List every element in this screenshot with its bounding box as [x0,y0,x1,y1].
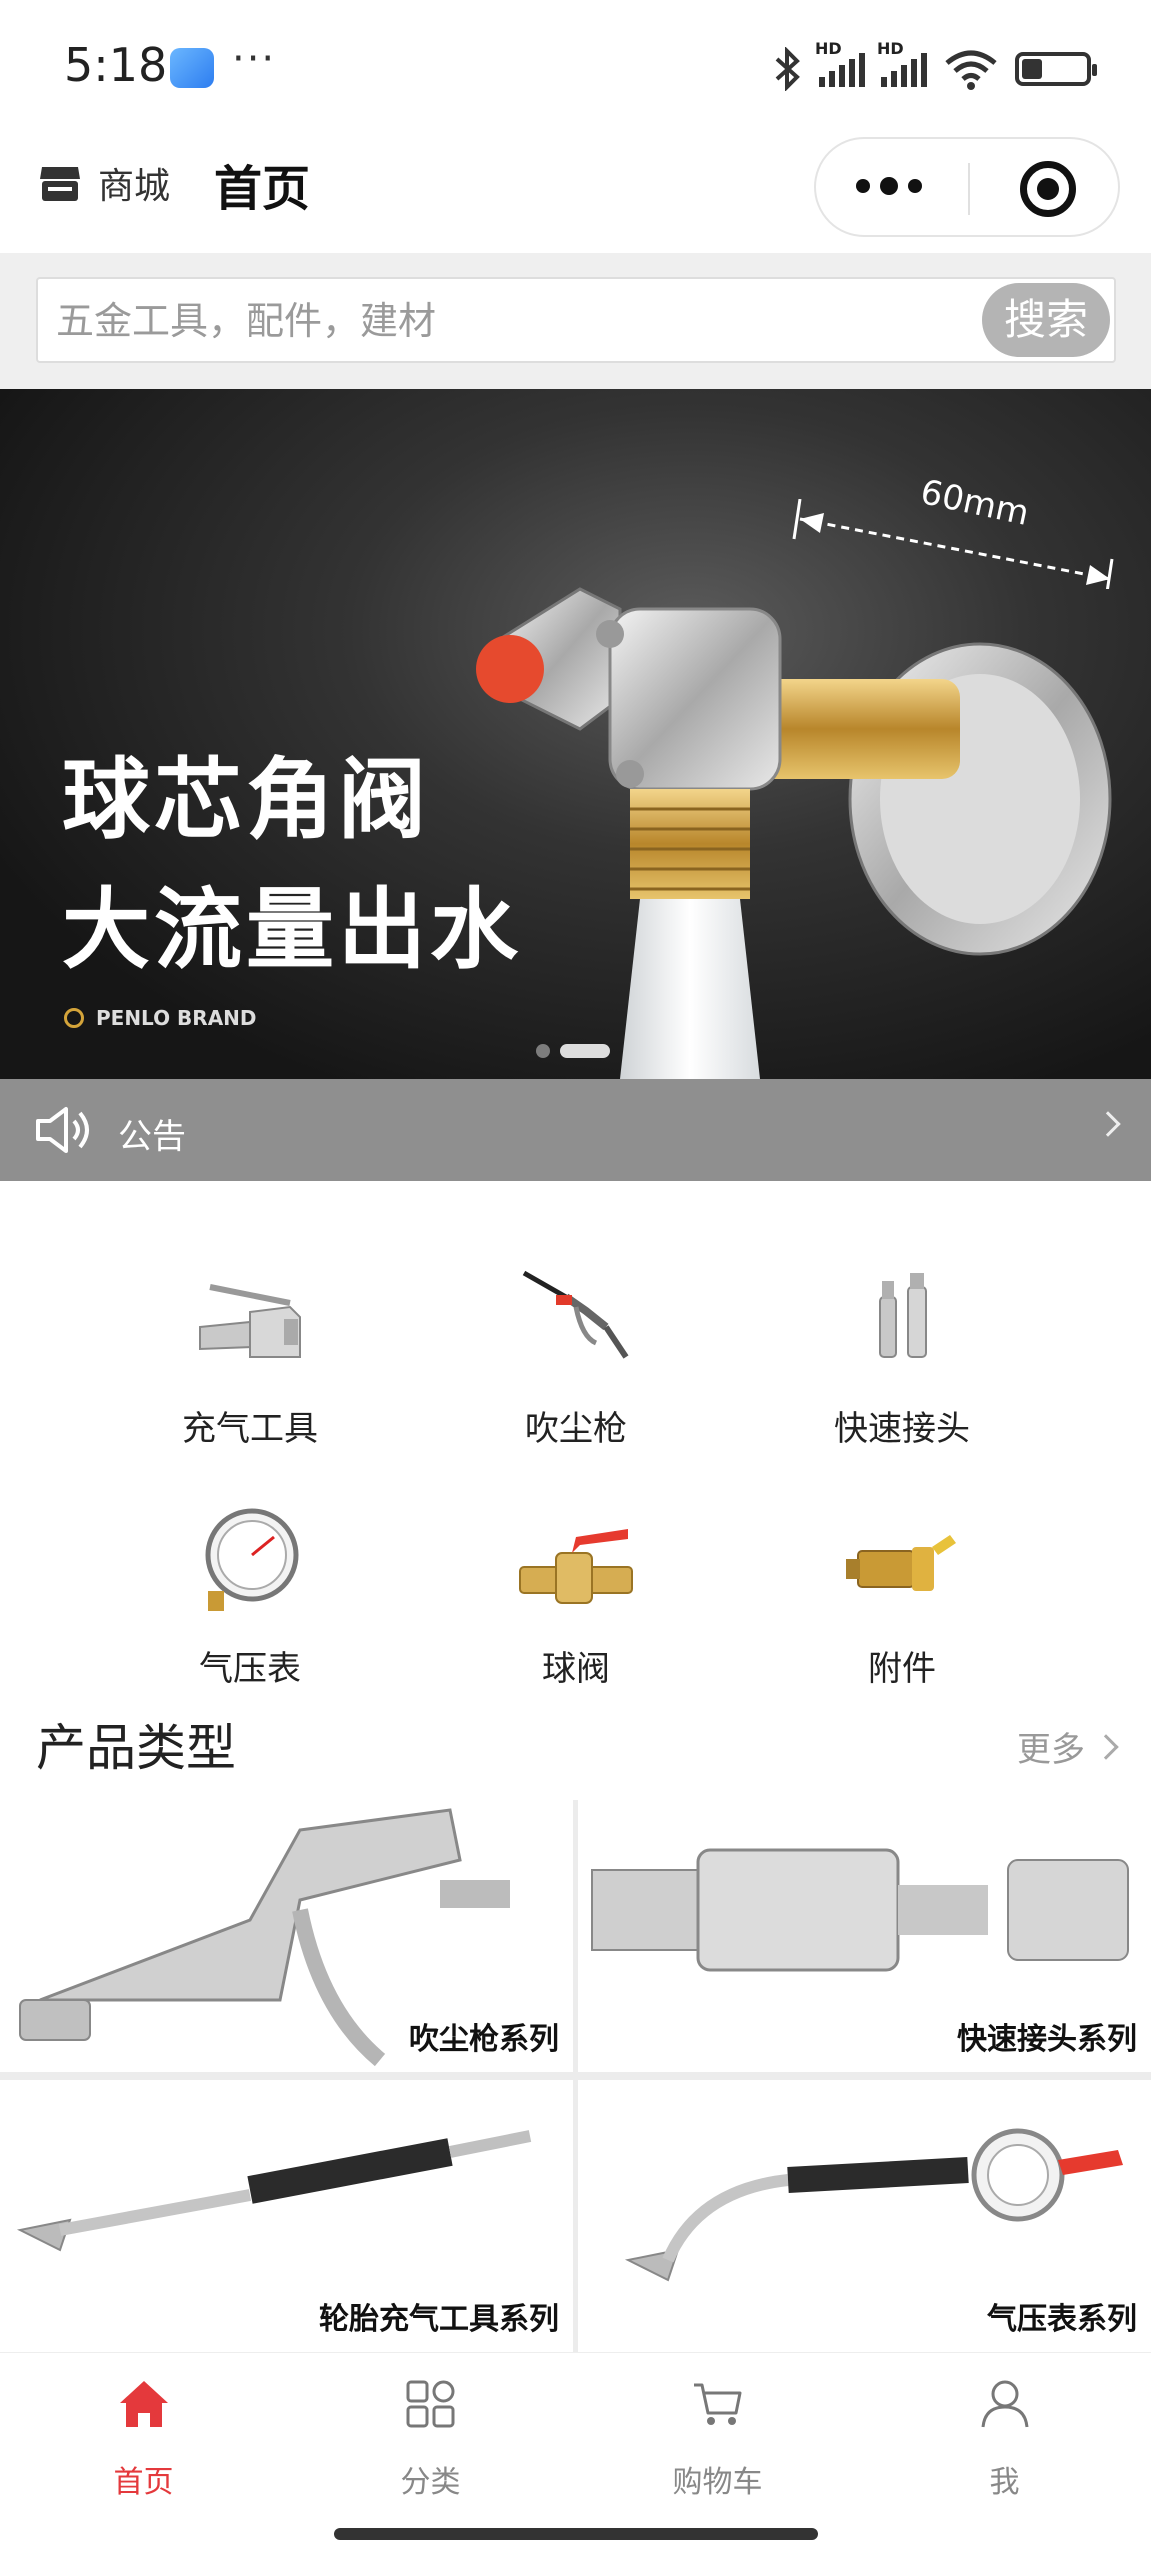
category-label: 球阀 [542,1649,610,1689]
page-title: 首页 [214,161,311,217]
battery-icon [1015,52,1097,86]
search-button[interactable]: 搜索 [982,283,1110,357]
product-card-pressure-gauge[interactable]: 气压表系列 [578,2080,1151,2352]
banner-headline: 球芯角阀 [62,748,431,851]
banner-brand: PENLO BRAND [64,1006,257,1030]
product-label: 吹尘枪系列 [409,2022,559,2057]
nav-label: 我 [989,2465,1020,2500]
search-input[interactable] [56,293,856,349]
pressure-gauge-icon [205,1508,299,1611]
category-item-ball-valve[interactable]: 球阀 [456,1451,696,1689]
home-indicator[interactable] [334,2528,818,2540]
product-grid: 吹尘枪系列 快速接头系列 轮胎充气工具系列 气压表系列 [0,1800,1151,2352]
inflator-tool-icon [199,1284,301,1358]
category-item-blow-gun[interactable]: 吹尘枪 [456,1211,696,1449]
store-label[interactable]: 商城 [98,157,170,209]
more-link[interactable]: 更多 [1017,1722,1119,1771]
category-label: 气压表 [199,1649,301,1689]
nav-label: 分类 [400,2465,461,2500]
capsule-divider [968,163,970,215]
ball-valve-icon [519,1529,633,1604]
chevron-right-icon [1093,1733,1119,1760]
nav-item-home[interactable]: 首页 [0,2353,287,2511]
category-grid: 充气工具 吹尘枪 快速接头 气压表 球阀 附件 [0,1181,1151,1689]
chevron-right-icon [1095,1111,1121,1137]
product-card-tire-inflator[interactable]: 轮胎充气工具系列 [0,2080,573,2352]
target-icon[interactable] [1020,161,1076,217]
product-card-blow-gun[interactable]: 吹尘枪系列 [0,1800,573,2072]
notice-bar[interactable]: 公告 [0,1079,1151,1181]
category-label: 充气工具 [182,1409,318,1449]
notice-label: 公告 [118,1117,186,1157]
nav-item-me[interactable]: 我 [861,2353,1148,2511]
speaker-icon [36,1107,89,1153]
signal-hd-icon: HD [877,39,927,87]
quick-coupler-icon [879,1273,927,1358]
status-more-dots: ··· [232,36,277,82]
user-icon [981,2380,1029,2428]
store-icon [40,167,80,201]
nav-item-category[interactable]: 分类 [287,2353,574,2511]
banner-subheadline: 大流量出水 [62,878,523,981]
bluetooth-icon [775,47,800,91]
banner-carousel[interactable]: 60mm 球芯角阀 大流量出水 PENLO BRAND [0,389,1151,1079]
wifi-icon [945,50,997,90]
product-label: 轮胎充气工具系列 [319,2302,559,2337]
category-item-accessories[interactable]: 附件 [782,1451,1022,1689]
search-area: 搜索 [0,253,1151,389]
home-icon [120,2381,168,2427]
category-label: 附件 [868,1649,936,1689]
product-label: 气压表系列 [987,2302,1137,2337]
more-icon[interactable] [856,177,922,195]
status-bar: 5:18 ··· HD HD [0,0,1151,135]
blow-gun-icon [522,1270,629,1359]
cart-icon [694,2383,742,2425]
grid-icon [406,2380,455,2428]
signal-hd-icon: HD [815,39,865,87]
carousel-dot[interactable] [536,1044,550,1058]
product-card-quick-coupler[interactable]: 快速接头系列 [578,1800,1151,2072]
accessory-fitting-icon [846,1535,956,1591]
category-label: 吹尘枪 [525,1409,627,1449]
category-item-pressure-gauge[interactable]: 气压表 [130,1451,370,1689]
brand-logo-icon [64,1008,84,1028]
nav-label: 购物车 [672,2465,763,2500]
nav-label: 首页 [113,2465,174,2500]
product-label: 快速接头系列 [957,2022,1137,2057]
nav-item-cart[interactable]: 购物车 [574,2353,861,2511]
battery-fill [1022,59,1043,79]
home-indicator-area [0,2510,1151,2560]
status-icons: HD HD [773,39,1097,94]
header: 商城 首页 [0,135,1151,253]
app-icon [170,48,214,88]
category-item-quick-couplers[interactable]: 快速接头 [782,1211,1022,1449]
bottom-nav: 首页 分类 购物车 我 [0,2352,1151,2510]
category-label: 快速接头 [834,1409,970,1449]
banner-brand-text: PENLO BRAND [96,1006,257,1030]
carousel-indicator [536,1044,610,1058]
miniapp-capsule [814,137,1120,237]
search-box: 搜索 [36,277,1116,363]
status-time: 5:18 [64,38,168,92]
section-title: 产品类型 [36,1719,236,1777]
more-label: 更多 [1017,1730,1085,1770]
carousel-dot-active[interactable] [560,1044,610,1058]
category-item-inflation-tools[interactable]: 充气工具 [130,1211,370,1449]
